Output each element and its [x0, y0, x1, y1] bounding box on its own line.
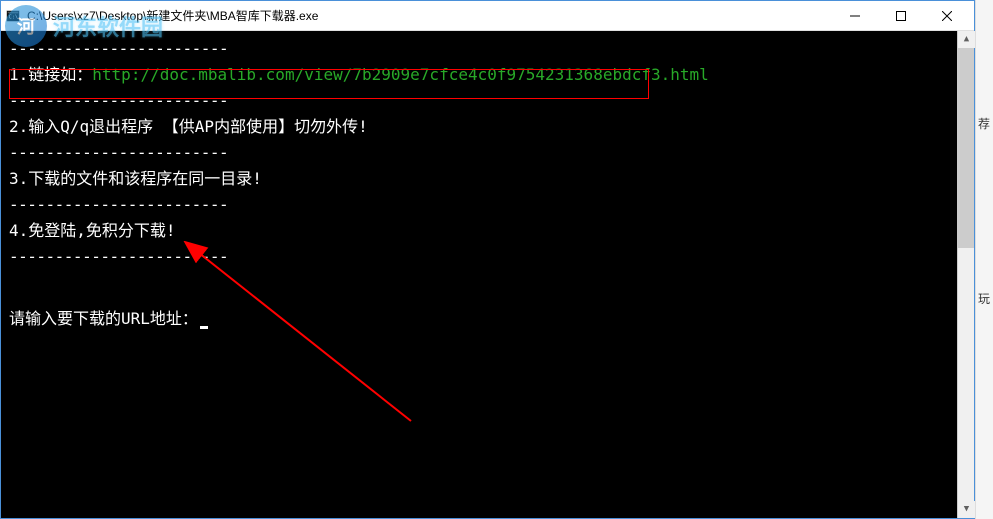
cursor-icon: [200, 326, 208, 329]
separator-line: ------------------------: [9, 245, 966, 269]
close-button[interactable]: [924, 1, 970, 31]
window-title: C:\Users\xz7\Desktop\新建文件夹\MBA智库下载器.exe: [27, 7, 832, 24]
scroll-up-button[interactable]: ▲: [958, 31, 975, 48]
bg-char-1: 荐: [978, 115, 990, 132]
instruction-line-2: 2.输入Q/q退出程序 【供AP内部使用】切勿外传!: [9, 115, 966, 139]
bg-char-2: 玩: [978, 290, 990, 307]
separator-line: ------------------------: [9, 193, 966, 217]
instruction-line-1: 1.链接如：http://doc.mbalib.com/view/7b2909e…: [9, 63, 966, 87]
separator-line: ------------------------: [9, 141, 966, 165]
vertical-scrollbar[interactable]: ▲ ▼: [957, 31, 974, 518]
instruction-line-3: 3.下载的文件和该程序在同一目录!: [9, 167, 966, 191]
separator-line: ------------------------: [9, 37, 966, 61]
svg-text:C:\: C:\: [9, 14, 18, 20]
maximize-button[interactable]: [878, 1, 924, 31]
example-url: http://doc.mbalib.com/view/7b2909e7cfce4…: [92, 65, 709, 84]
console-area[interactable]: ------------------------ 1.链接如：http://do…: [1, 31, 974, 518]
scroll-down-button[interactable]: ▼: [958, 501, 975, 518]
instruction-line-4: 4.免登陆,免积分下载!: [9, 219, 966, 243]
console-app-icon: C:\: [5, 8, 21, 24]
window-controls: [832, 1, 970, 31]
input-prompt: 请输入要下载的URL地址：: [9, 307, 966, 331]
scrollbar-thumb[interactable]: [958, 48, 974, 248]
separator-line: ------------------------: [9, 89, 966, 113]
console-window: C:\ C:\Users\xz7\Desktop\新建文件夹\MBA智库下载器.…: [0, 0, 975, 519]
titlebar[interactable]: C:\ C:\Users\xz7\Desktop\新建文件夹\MBA智库下载器.…: [1, 1, 974, 31]
background-partial: 荐 玩: [975, 0, 993, 519]
minimize-button[interactable]: [832, 1, 878, 31]
console-content: ------------------------ 1.链接如：http://do…: [1, 31, 974, 518]
